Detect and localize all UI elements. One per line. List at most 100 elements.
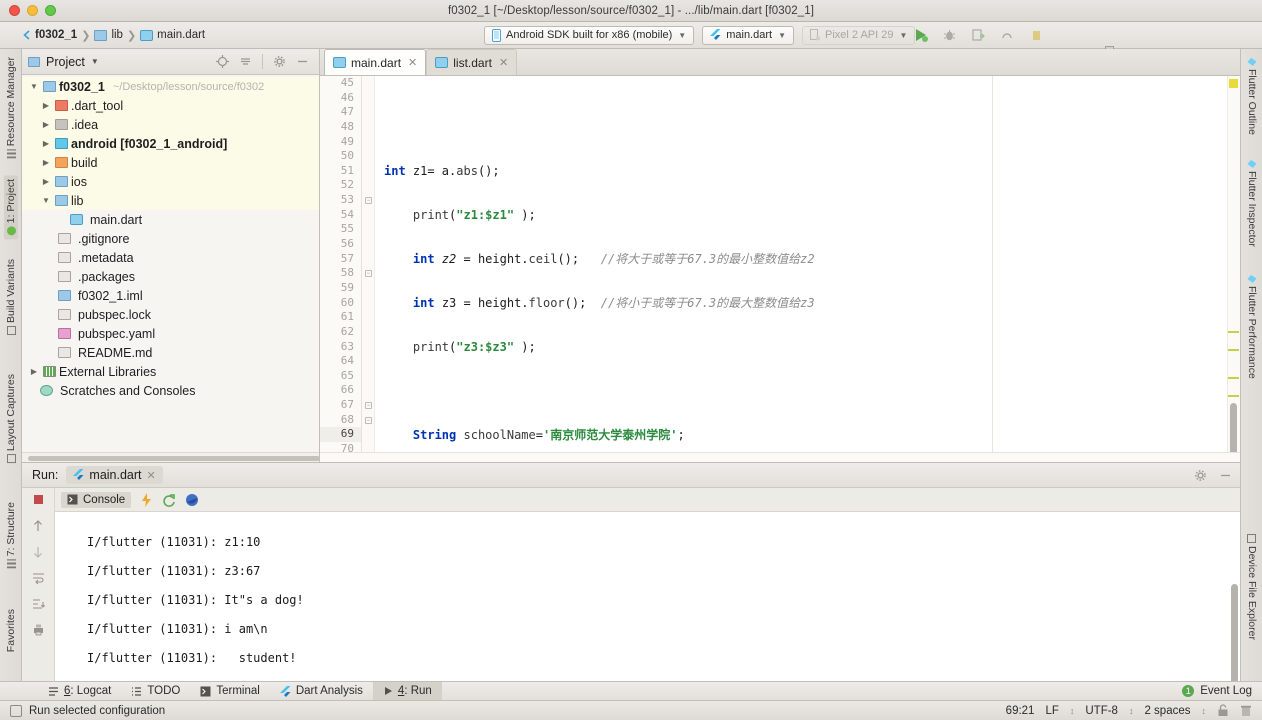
hot-reload-button[interactable] <box>140 492 153 507</box>
tree-row[interactable]: ▼ f0302_1 ~/Desktop/lesson/source/f0302 <box>22 77 319 96</box>
fold-marker[interactable]: − <box>365 270 372 277</box>
code-editor[interactable]: 45 46 47 48 49 50 51 52 53 54 55 56 57 5… <box>320 76 1240 452</box>
project-horizontal-scrollbar[interactable] <box>22 452 320 462</box>
tree-row[interactable]: ▶ build <box>22 153 319 172</box>
expand-arrow-icon[interactable]: ▶ <box>28 367 40 376</box>
highlight-marker[interactable] <box>1228 377 1239 379</box>
tree-row[interactable]: ▶ External Libraries <box>22 362 319 381</box>
breadcrumb-item-lib[interactable]: lib <box>94 29 123 41</box>
close-icon[interactable]: ✕ <box>408 56 417 69</box>
scrollbar-thumb[interactable] <box>1231 584 1238 686</box>
profile-button[interactable] <box>970 27 987 44</box>
close-icon[interactable]: ✕ <box>147 469 156 482</box>
tree-row[interactable]: ▼ lib <box>22 191 319 210</box>
strip-item-structure[interactable]: 7: Structure <box>5 502 17 569</box>
console-scrollbar[interactable] <box>1230 514 1239 686</box>
strip-item-layout-captures[interactable]: Layout Captures <box>5 374 17 464</box>
indent-setting[interactable]: 2 spaces <box>1144 705 1190 717</box>
tree-row[interactable]: ▶ ios <box>22 172 319 191</box>
scroll-from-source-button[interactable] <box>216 55 229 68</box>
tree-row[interactable]: README.md <box>22 343 319 362</box>
toolwindow-todo[interactable]: TODO <box>121 682 190 701</box>
trash-icon[interactable] <box>1240 704 1252 717</box>
tree-row[interactable]: ▶ .idea <box>22 115 319 134</box>
debug-button[interactable] <box>941 27 958 44</box>
tree-row[interactable]: .gitignore <box>22 229 319 248</box>
file-encoding[interactable]: UTF-8 <box>1085 705 1118 717</box>
event-log-button[interactable]: Event Log <box>1200 685 1252 697</box>
editor-horizontal-scrollbar[interactable] <box>320 452 1240 462</box>
expand-arrow-icon[interactable]: ▼ <box>40 196 52 205</box>
toolwindow-dart-analysis[interactable]: Dart Analysis <box>270 682 373 701</box>
run-configuration-selector[interactable]: main.dart ▼ <box>702 25 794 45</box>
strip-item-build-variants[interactable]: Build Variants <box>5 259 17 336</box>
tab-list-dart[interactable]: list.dart ✕ <box>426 49 518 75</box>
strip-item-project[interactable]: 1: Project <box>3 175 18 240</box>
tree-row[interactable]: .metadata <box>22 248 319 267</box>
device-selector[interactable]: Android SDK built for x86 (mobile) ▼ <box>484 25 695 45</box>
attach-debugger-button[interactable] <box>999 27 1016 44</box>
highlight-marker[interactable] <box>1228 349 1239 351</box>
code-folding-column[interactable]: − − − − <box>362 76 375 452</box>
tree-row[interactable]: pubspec.lock <box>22 305 319 324</box>
hot-restart-button[interactable] <box>162 493 176 507</box>
tree-row[interactable]: f0302_1.iml <box>22 286 319 305</box>
expand-arrow-icon[interactable]: ▶ <box>40 120 52 129</box>
print-button[interactable] <box>30 622 47 637</box>
emulator-selector[interactable]: Pixel 2 API 29 ▼ <box>802 25 916 45</box>
strip-item-favorites[interactable]: Favorites <box>5 609 17 652</box>
expand-arrow-icon[interactable]: ▶ <box>40 177 52 186</box>
strip-item-flutter-inspector[interactable]: Flutter Inspector <box>1246 159 1258 247</box>
toolwindow-logcat[interactable]: 6: Logcat <box>38 682 121 701</box>
tree-row[interactable]: ▶ android [f0302_1_android] <box>22 134 319 153</box>
soft-wrap-button[interactable] <box>30 570 47 585</box>
highlight-marker[interactable] <box>1228 395 1239 397</box>
gear-icon[interactable] <box>1194 469 1207 482</box>
collapse-all-button[interactable] <box>239 55 252 68</box>
chevron-down-icon[interactable]: ▼ <box>91 57 99 66</box>
scroll-up-button[interactable] <box>30 518 47 533</box>
expand-arrow-icon[interactable]: ▶ <box>40 158 52 167</box>
highlight-marker[interactable] <box>1228 331 1239 333</box>
tab-main-dart[interactable]: main.dart ✕ <box>324 49 427 75</box>
run-config-tab[interactable]: main.dart ✕ <box>66 466 163 484</box>
tree-row[interactable]: main.dart <box>22 210 319 229</box>
expand-arrow-icon[interactable]: ▶ <box>40 101 52 110</box>
toolwindow-terminal[interactable]: Terminal <box>190 682 269 701</box>
tree-row[interactable]: .packages <box>22 267 319 286</box>
close-icon[interactable]: ✕ <box>499 56 508 69</box>
scroll-down-button[interactable] <box>30 544 47 559</box>
hide-panel-button[interactable] <box>296 55 309 68</box>
tree-row[interactable]: pubspec.yaml <box>22 324 319 343</box>
more-actions-button[interactable] <box>1028 27 1045 44</box>
editor-vertical-scrollbar[interactable] <box>1227 76 1240 452</box>
hide-panel-button[interactable] <box>1219 469 1232 482</box>
tree-row[interactable]: Scratches and Consoles <box>22 381 319 400</box>
code-text[interactable]: int z1= a.abs(); print("z1:$z1" ); int z… <box>375 76 1240 452</box>
line-separator[interactable]: LF <box>1045 705 1058 717</box>
strip-item-device-file-explorer[interactable]: Device File Explorer <box>1246 534 1258 640</box>
project-tree[interactable]: ▼ f0302_1 ~/Desktop/lesson/source/f0302 … <box>22 75 319 452</box>
expand-arrow-icon[interactable]: ▶ <box>40 139 52 148</box>
fold-marker[interactable]: − <box>365 402 372 409</box>
open-devtools-button[interactable] <box>185 493 199 507</box>
strip-item-flutter-outline[interactable]: Flutter Outline <box>1246 57 1258 135</box>
breadcrumb-item-project[interactable]: f0302_1 <box>22 29 77 41</box>
console-output[interactable]: I/flutter (11031): z1:10 I/flutter (1103… <box>55 512 1240 686</box>
scrollbar-thumb[interactable] <box>1230 403 1237 452</box>
toolwindow-run[interactable]: 4: Run <box>372 681 442 701</box>
strip-item-resource-manager[interactable]: Resource Manager <box>5 57 17 159</box>
tree-row[interactable]: ▶ .dart_tool <box>22 96 319 115</box>
breadcrumb-item-file[interactable]: main.dart <box>140 29 205 41</box>
caret-position[interactable]: 69:21 <box>1006 705 1035 717</box>
lock-icon[interactable] <box>1217 704 1229 717</box>
strip-item-flutter-performance[interactable]: Flutter Performance <box>1246 274 1258 379</box>
stop-button[interactable] <box>30 492 47 507</box>
filter-button[interactable] <box>30 596 47 611</box>
warning-marker[interactable] <box>1229 79 1238 88</box>
console-tab[interactable]: Console <box>61 491 132 508</box>
fold-marker[interactable]: − <box>365 197 372 204</box>
expand-arrow-icon[interactable]: ▼ <box>28 82 40 91</box>
run-button[interactable] <box>912 27 929 44</box>
gear-icon[interactable] <box>273 55 286 68</box>
